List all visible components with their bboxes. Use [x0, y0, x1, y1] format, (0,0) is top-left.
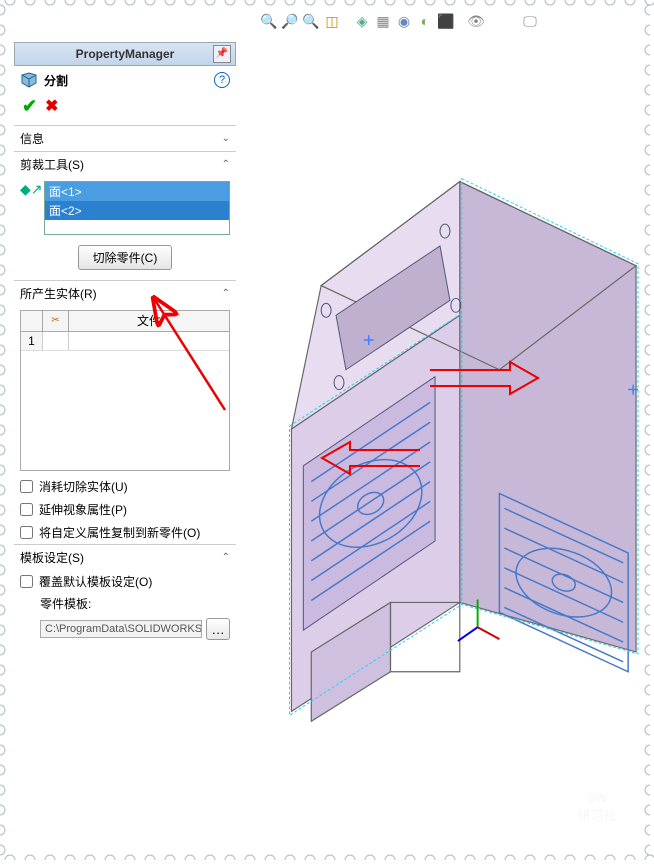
chevron-up-icon: ⌃	[222, 552, 230, 563]
cancel-button[interactable]: ✖	[45, 96, 58, 117]
pm-title-bar: PropertyManager 📌	[14, 42, 236, 66]
checkbox-row: 覆盖默认模板设定(O)	[14, 570, 236, 593]
checkbox-row: 延伸视象属性(P)	[14, 498, 236, 521]
split-feature-icon	[20, 71, 38, 89]
orientation-icon[interactable]: ◈	[353, 12, 371, 30]
part-template-label: 零件模板:	[14, 593, 236, 614]
row-number: 1	[21, 332, 43, 350]
trim-tools-label: 剪裁工具(S)	[20, 156, 84, 173]
template-path-row: C:\ProgramData\SOLIDWORKS\ …	[14, 614, 236, 644]
feature-name: 分割	[44, 72, 68, 89]
override-checkbox[interactable]	[20, 575, 33, 588]
bodies-table[interactable]: ✂ 文件 1	[20, 310, 230, 471]
trim-tools-body: ◆↗ 面<1> 面<2> 切除零件(C)	[14, 177, 236, 280]
chevron-up-icon: ⌃	[222, 159, 230, 170]
apply-scene-icon[interactable]: ⬛	[437, 12, 455, 30]
chevron-up-icon: ⌃	[222, 288, 230, 299]
edit-appearance-icon[interactable]: ◐	[416, 12, 434, 30]
extend-checkbox[interactable]	[20, 503, 33, 516]
model-view	[240, 38, 640, 850]
chevron-down-icon: ⌄	[222, 133, 230, 144]
restore-icon[interactable]: 🖵	[521, 12, 539, 30]
template-path-input[interactable]: C:\ProgramData\SOLIDWORKS\	[40, 620, 202, 638]
template-label: 模板设定(S)	[20, 549, 84, 566]
confirm-row: ✔ ✖	[14, 94, 236, 125]
override-label: 覆盖默认模板设定(O)	[39, 573, 152, 590]
feature-header: 分割 ?	[14, 66, 236, 94]
pin-icon[interactable]: 📌	[213, 45, 231, 63]
consume-label: 消耗切除实体(U)	[39, 478, 128, 495]
info-section-header[interactable]: 信息 ⌄	[14, 125, 236, 151]
graphics-viewport[interactable]	[240, 38, 640, 850]
checkbox-row: 将自定义属性复制到新零件(O)	[14, 521, 236, 544]
scissors-icon[interactable]: ✂	[43, 311, 69, 331]
consume-checkbox[interactable]	[20, 480, 33, 493]
copy-props-label: 将自定义属性复制到新零件(O)	[39, 524, 200, 541]
property-manager-panel: PropertyManager 📌 分割 ? ✔ ✖ 信息 ⌄ 剪裁工具(S) …	[14, 42, 236, 644]
list-item[interactable]: 面<2>	[45, 201, 229, 220]
watermark: SW 研习社	[562, 772, 632, 842]
file-column-header: 文件	[69, 311, 229, 331]
pm-title: PropertyManager	[76, 47, 175, 61]
checkbox-row: 消耗切除实体(U)	[14, 475, 236, 498]
cut-part-button[interactable]: 切除零件(C)	[78, 245, 173, 270]
view-settings-icon[interactable]: 👁	[467, 12, 485, 30]
resulting-bodies-header[interactable]: 所产生实体(R) ⌃	[14, 280, 236, 306]
face-selection-icon[interactable]: ◆↗	[20, 181, 40, 198]
zoom-fit-icon[interactable]: 🔍	[260, 12, 278, 30]
resulting-bodies-body: ✂ 文件 1	[14, 306, 236, 475]
display-style-icon[interactable]: ▦	[374, 12, 392, 30]
section-view-icon[interactable]: ◫	[323, 12, 341, 30]
prev-view-icon[interactable]: 🔍	[302, 12, 320, 30]
extend-label: 延伸视象属性(P)	[39, 501, 127, 518]
zoom-area-icon[interactable]: 🔎	[281, 12, 299, 30]
bodies-label: 所产生实体(R)	[20, 285, 97, 302]
browse-button[interactable]: …	[206, 618, 230, 640]
hide-show-icon[interactable]: ◉	[395, 12, 413, 30]
ok-button[interactable]: ✔	[22, 96, 37, 117]
help-icon[interactable]: ?	[214, 72, 230, 88]
table-row[interactable]: 1	[21, 332, 229, 350]
info-label: 信息	[20, 130, 44, 147]
copy-props-checkbox[interactable]	[20, 526, 33, 539]
list-item[interactable]: 面<1>	[45, 182, 229, 201]
view-toolbar: 🔍 🔎 🔍 ◫ ◈ ▦ ◉ ◐ ⬛ 👁 🖵	[260, 12, 539, 30]
selection-list[interactable]: 面<1> 面<2>	[44, 181, 230, 235]
template-section-header[interactable]: 模板设定(S) ⌃	[14, 544, 236, 570]
trim-tools-header[interactable]: 剪裁工具(S) ⌃	[14, 151, 236, 177]
